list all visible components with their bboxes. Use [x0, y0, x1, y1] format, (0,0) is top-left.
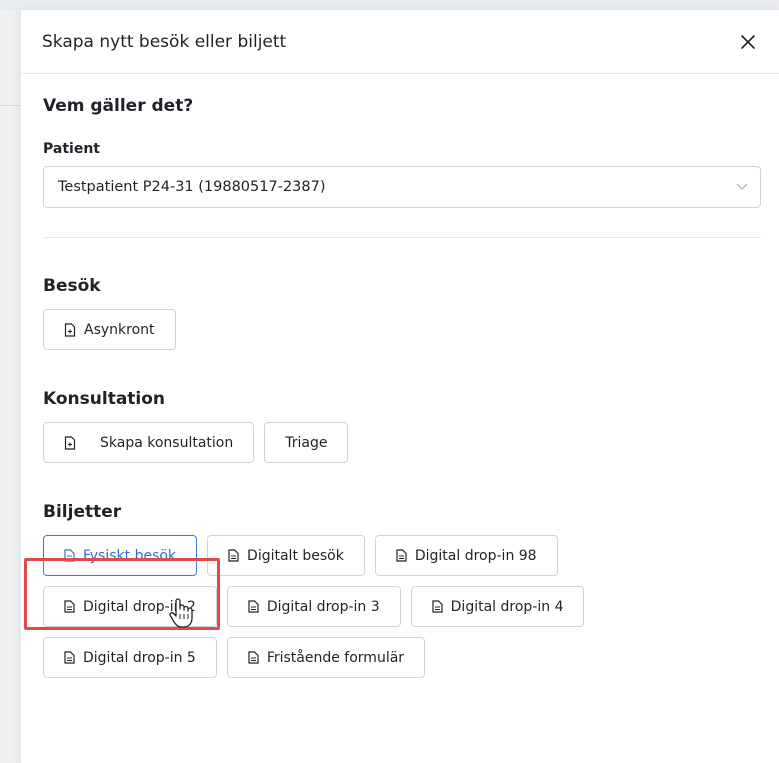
triage-label: Triage: [285, 434, 328, 451]
besok-heading: Besök: [43, 276, 101, 296]
konsultation-heading: Konsultation: [43, 389, 166, 409]
ticket-fristaende-formular-label: Fristående formulär: [266, 649, 405, 666]
ticket-fristaende-formular-button[interactable]: Fristående formulär: [226, 637, 426, 678]
besok-buttons: Asynkront: [43, 309, 760, 350]
create-consultation-label: Skapa konsultation: [100, 434, 234, 451]
triage-button[interactable]: Triage: [264, 422, 349, 463]
who-heading: Vem gäller det?: [43, 96, 194, 116]
ticket-digital-drop-in-2-label: Digital drop-in 2: [83, 598, 196, 615]
asynkront-button[interactable]: Asynkront: [43, 309, 176, 350]
section-divider: [43, 237, 761, 238]
document-icon: [248, 600, 259, 613]
document-icon: [64, 549, 75, 562]
ticket-digital-drop-in-4-label: Digital drop-in 4: [450, 598, 564, 615]
modal-header: Skapa nytt besök eller biljett: [21, 10, 779, 74]
ticket-digital-drop-in-3-label: Digital drop-in 3: [266, 598, 380, 615]
document-plus-icon: [64, 322, 76, 337]
ticket-digital-drop-in-5-label: Digital drop-in 5: [83, 649, 196, 666]
ticket-digital-drop-in-3-button[interactable]: Digital drop-in 3: [226, 586, 401, 627]
patient-select-value: Testpatient P24-31 (19880517-2387): [58, 179, 326, 195]
ticket-digitalt-besok-button[interactable]: Digitalt besök: [207, 535, 365, 576]
ticket-digital-drop-in-5-button[interactable]: Digital drop-in 5: [43, 637, 217, 678]
close-button[interactable]: [736, 30, 760, 54]
document-icon: [64, 651, 75, 664]
patient-label: Patient: [43, 141, 100, 157]
create-visit-modal: Skapa nytt besök eller biljett Vem gälle…: [20, 10, 779, 763]
biljetter-row-3: Digital drop-in 5 Fristående formulär: [43, 637, 760, 678]
ticket-digitalt-besok-label: Digitalt besök: [247, 547, 344, 564]
ticket-digital-drop-in-98-label: Digital drop-in 98: [414, 547, 537, 564]
modal-title: Skapa nytt besök eller biljett: [42, 31, 287, 52]
modal-content: Vem gäller det? Patient Testpatient P24-…: [21, 96, 779, 678]
ticket-fysiskt-besok-label: Fysiskt besök: [83, 547, 177, 564]
ticket-digital-drop-in-98-button[interactable]: Digital drop-in 98: [374, 535, 558, 576]
asynkront-label: Asynkront: [84, 321, 155, 338]
biljetter-row-1: Fysiskt besök Digitalt besök Digital dro…: [43, 535, 760, 576]
patient-select[interactable]: Testpatient P24-31 (19880517-2387): [43, 166, 761, 208]
konsultation-buttons: Skapa konsultation Triage: [43, 422, 760, 463]
document-icon: [228, 549, 239, 562]
close-icon: [741, 34, 755, 49]
ticket-digital-drop-in-4-button[interactable]: Digital drop-in 4: [410, 586, 585, 627]
biljetter-heading: Biljetter: [43, 502, 122, 522]
background-top: [0, 0, 779, 10]
document-icon: [64, 600, 75, 613]
document-icon: [396, 549, 407, 562]
chevron-down-icon: [736, 183, 748, 190]
ticket-fysiskt-besok-button[interactable]: Fysiskt besök: [43, 535, 198, 576]
biljetter-row-2: Digital drop-in 2 Digital drop-in 3 Digi…: [43, 586, 760, 627]
document-icon: [248, 651, 259, 664]
document-icon: [432, 600, 443, 613]
ticket-digital-drop-in-2-button[interactable]: Digital drop-in 2: [43, 586, 217, 627]
document-plus-icon: [64, 435, 76, 450]
background-divider: [0, 105, 20, 106]
create-consultation-button[interactable]: Skapa konsultation: [43, 422, 255, 463]
